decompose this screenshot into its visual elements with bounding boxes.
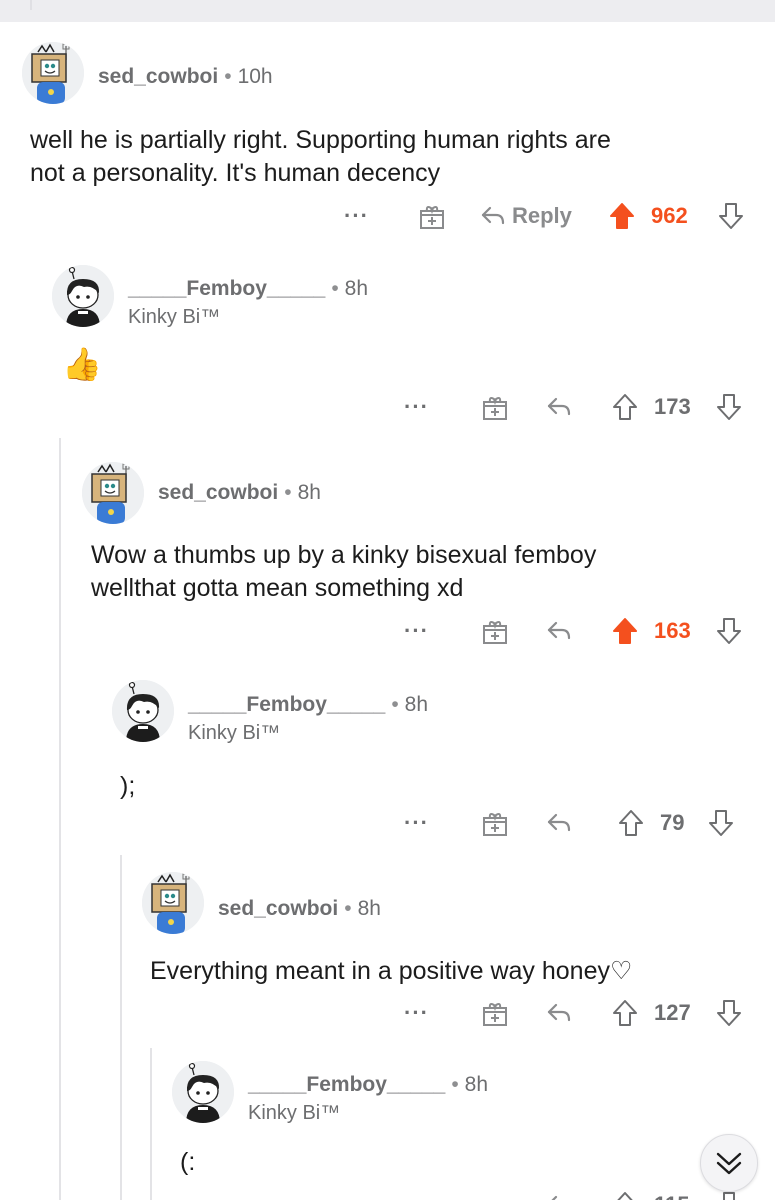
thumbs-up-emoji: 👍 xyxy=(62,346,102,382)
avatar[interactable] xyxy=(172,1061,234,1123)
dark-hair-avatar-icon xyxy=(112,680,174,742)
box-head-robot-avatar-icon xyxy=(142,872,204,934)
vote-count: 127 xyxy=(654,1000,691,1025)
upvote-arrow-icon[interactable] xyxy=(609,199,635,233)
scroll-next-button[interactable] xyxy=(700,1134,758,1192)
upvote-arrow-icon[interactable] xyxy=(618,806,644,840)
comment-body: Wow a thumbs up by a kinky bisexual femb… xyxy=(91,539,761,605)
double-chevron-down-icon xyxy=(716,1152,742,1175)
username[interactable]: sed_cowboi xyxy=(98,65,218,88)
comment-body: ); xyxy=(120,770,135,803)
more-options-icon[interactable]: ··· xyxy=(404,806,429,840)
username[interactable]: sed_cowboi xyxy=(218,897,338,920)
comment-line: wellthat gotta mean something xd xyxy=(91,574,464,602)
username[interactable]: _____Femboy_____ xyxy=(128,277,325,300)
timestamp: 8h xyxy=(344,277,369,300)
separator: • xyxy=(391,693,399,716)
dark-hair-avatar-icon xyxy=(172,1061,234,1123)
award-gift-icon[interactable] xyxy=(481,390,509,424)
award-gift-icon[interactable] xyxy=(481,614,509,648)
comment-body: 👍 xyxy=(62,345,102,383)
comment-meta: _____Femboy_____ • 8h xyxy=(128,277,368,301)
timestamp: 8h xyxy=(464,1073,489,1096)
upvote-arrow-icon[interactable] xyxy=(612,996,638,1030)
comment-meta: sed_cowboi • 8h xyxy=(158,481,321,505)
more-options-icon[interactable]: ··· xyxy=(404,614,429,648)
downvote-arrow-icon[interactable] xyxy=(716,614,742,648)
comment-line: well he is partially right. Supporting h… xyxy=(30,126,611,154)
upvote-arrow-icon[interactable] xyxy=(612,1188,638,1200)
avatar[interactable] xyxy=(52,265,114,327)
more-options-icon[interactable]: ··· xyxy=(404,390,429,424)
comment-action-bar: ··· 163 xyxy=(0,614,775,648)
reply-arrow-icon[interactable] xyxy=(546,996,572,1030)
dark-hair-avatar-icon xyxy=(52,265,114,327)
vote-count: 163 xyxy=(654,618,691,643)
comment-action-bar: ··· 173 xyxy=(0,390,775,424)
comment-line: (: xyxy=(180,1148,196,1176)
comment-line: Wow a thumbs up by a kinky bisexual femb… xyxy=(91,541,597,569)
reply-arrow-icon[interactable] xyxy=(546,1188,572,1200)
reply-arrow-icon[interactable] xyxy=(546,806,572,840)
downvote-arrow-icon[interactable] xyxy=(718,199,744,233)
comment-meta: _____Femboy_____ • 8h xyxy=(248,1073,488,1097)
avatar[interactable] xyxy=(112,680,174,742)
timestamp: 10h xyxy=(237,65,273,88)
avatar[interactable] xyxy=(22,42,84,104)
comment-body: Everything meant in a positive way honey… xyxy=(150,955,760,988)
timestamp: 8h xyxy=(297,481,321,504)
vote-count: 962 xyxy=(651,203,688,228)
reply-arrow-icon[interactable] xyxy=(546,614,572,648)
award-gift-icon[interactable] xyxy=(481,996,509,1030)
username[interactable]: _____Femboy_____ xyxy=(248,1073,445,1096)
more-options-icon[interactable]: ··· xyxy=(344,199,369,233)
avatar[interactable] xyxy=(82,462,144,524)
user-flair: Kinky Bi™ xyxy=(128,306,221,328)
user-flair: Kinky Bi™ xyxy=(188,722,281,744)
avatar[interactable] xyxy=(142,872,204,934)
comment-action-bar: 115 xyxy=(0,1186,775,1200)
comment-meta: _____Femboy_____ • 8h xyxy=(188,693,428,717)
comment-line: Everything meant in a positive way honey… xyxy=(150,957,633,985)
vote-count: 173 xyxy=(654,394,691,419)
separator: • xyxy=(344,897,352,920)
downvote-arrow-icon[interactable] xyxy=(708,806,734,840)
comment-meta: sed_cowboi • 10h xyxy=(98,65,273,89)
timestamp: 8h xyxy=(404,693,429,716)
thread-line xyxy=(30,0,32,10)
comment-body: well he is partially right. Supporting h… xyxy=(30,124,760,190)
upvote-arrow-icon[interactable] xyxy=(612,390,638,424)
comment-meta: sed_cowboi • 8h xyxy=(218,897,381,921)
thread-line[interactable] xyxy=(150,1048,152,1200)
vote-count: 79 xyxy=(660,810,685,835)
box-head-robot-avatar-icon xyxy=(82,462,144,524)
reply-label: Reply xyxy=(512,203,572,228)
box-head-robot-avatar-icon xyxy=(22,42,84,104)
comment-body: (: xyxy=(180,1146,195,1179)
separator: • xyxy=(451,1073,459,1096)
reply-button[interactable]: Reply xyxy=(480,199,572,233)
comment-line: ); xyxy=(120,772,136,800)
previous-comment-footer xyxy=(0,0,775,22)
award-gift-icon[interactable] xyxy=(481,806,509,840)
comment-action-bar: ··· 127 xyxy=(0,996,775,1030)
user-flair: Kinky Bi™ xyxy=(248,1102,341,1124)
downvote-arrow-icon[interactable] xyxy=(716,996,742,1030)
username[interactable]: _____Femboy_____ xyxy=(188,693,385,716)
comment-action-bar: ··· 79 xyxy=(0,806,775,840)
separator: • xyxy=(284,481,292,504)
upvote-arrow-icon[interactable] xyxy=(612,614,638,648)
downvote-arrow-icon[interactable] xyxy=(716,390,742,424)
more-options-icon[interactable]: ··· xyxy=(404,996,429,1030)
comment-action-bar: ··· Reply 962 xyxy=(0,199,775,233)
reply-arrow-icon[interactable] xyxy=(546,390,572,424)
username[interactable]: sed_cowboi xyxy=(158,481,278,504)
separator: • xyxy=(224,65,232,88)
timestamp: 8h xyxy=(357,897,381,920)
reply-arrow-icon xyxy=(480,205,506,227)
comment-line: not a personality. It's human decency xyxy=(30,159,441,187)
award-gift-icon[interactable] xyxy=(418,199,446,233)
vote-count: 115 xyxy=(654,1188,690,1200)
separator: • xyxy=(331,277,339,300)
